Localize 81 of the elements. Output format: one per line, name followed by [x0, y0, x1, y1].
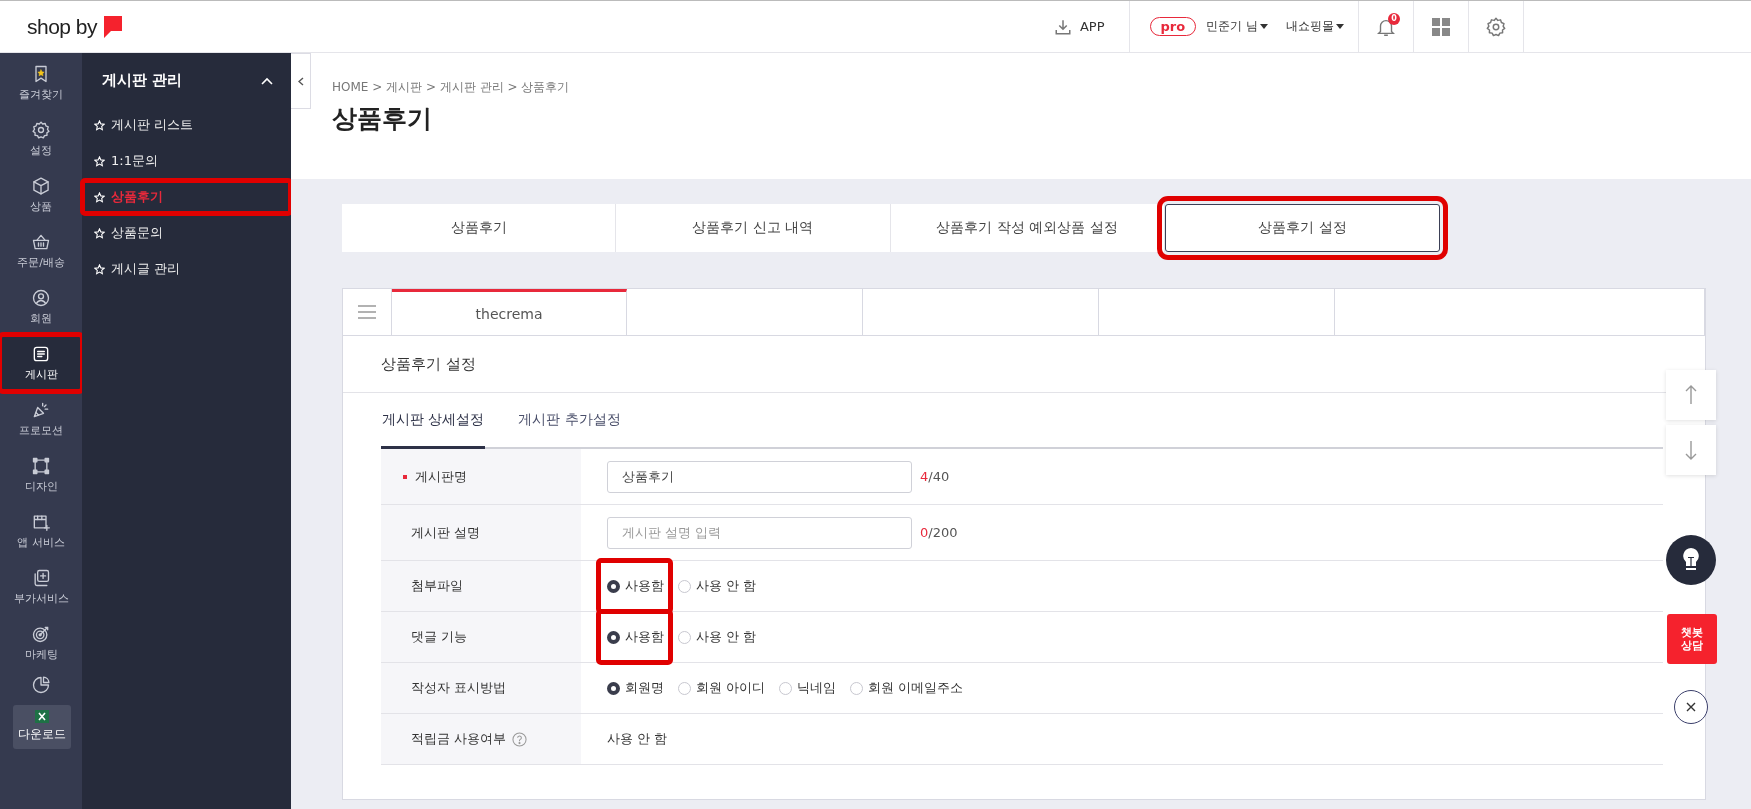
target-icon	[31, 624, 51, 644]
chevron-icon	[297, 76, 304, 86]
logo-text: shop by	[27, 14, 98, 39]
star-icon	[94, 119, 105, 131]
nav-rail-item[interactable]: 부가서비스	[0, 559, 82, 615]
user-dropdown[interactable]: 민준기 님	[1202, 18, 1272, 35]
nav-rail-item[interactable]: 게시판	[0, 335, 82, 391]
app-download-button[interactable]: APP	[1053, 17, 1129, 36]
menu-item[interactable]: 상품문의	[82, 216, 291, 250]
text-field[interactable]: 상품후기	[607, 460, 912, 493]
character-counter: 0/200	[920, 525, 958, 540]
notification-count: 0	[1388, 13, 1400, 25]
sub-tab[interactable]: 게시판 추가설정	[517, 393, 622, 449]
mall-tab[interactable]: thecrema	[392, 289, 627, 335]
nav-rail-item[interactable]: 마케팅	[0, 615, 82, 671]
download-button[interactable]: 다운로드	[13, 705, 71, 749]
basket-icon	[31, 232, 51, 252]
nav-rail-item[interactable]: 회원	[0, 279, 82, 335]
text-field[interactable]: 게시판 설명 입력	[607, 516, 912, 549]
caret-icon	[1260, 23, 1268, 30]
radio-option[interactable]: 사용 안 함	[678, 561, 763, 611]
caret-icon	[1336, 23, 1344, 30]
chevron-icon	[261, 76, 273, 85]
page-title: 상품후기	[332, 103, 433, 135]
arrow-up-icon	[1685, 385, 1697, 405]
lightbulb-icon	[1682, 548, 1700, 572]
settings-icon	[1485, 15, 1507, 38]
chatbot-button[interactable]: 챗봇 상담	[1667, 614, 1717, 664]
excel-icon	[35, 710, 49, 723]
radio-option[interactable]: 사용 안 함	[678, 612, 763, 662]
field-label: 댓글 기능	[411, 628, 468, 646]
gear-icon	[31, 120, 51, 140]
radio-option[interactable]: 사용함	[599, 612, 670, 662]
nav-rail-item[interactable]: 디자인	[0, 447, 82, 503]
party-popper-icon	[31, 400, 51, 420]
user-circle-icon	[31, 288, 51, 308]
board-icon	[31, 344, 51, 364]
nav-rail-item[interactable]: 프로모션	[0, 391, 82, 447]
nav-rail-item[interactable]: 앱 서비스	[0, 503, 82, 559]
radio-option[interactable]: 회원명	[607, 663, 670, 713]
field-label: 첨부파일	[411, 577, 463, 595]
field-label: 작성자 표시방법	[411, 679, 507, 697]
nav-rail-item[interactable]: 설정	[0, 111, 82, 167]
speech-flag-icon	[103, 14, 124, 39]
nav-rail-item[interactable]: 즐겨찾기	[0, 55, 82, 111]
field-label: 적립금 사용여부	[411, 730, 507, 748]
arrow-down-icon	[1685, 440, 1697, 460]
frame-icon	[31, 456, 51, 476]
radio-option[interactable]: 사용함	[599, 561, 670, 611]
pie-chart-icon	[31, 675, 51, 695]
field-label: 게시판 설명	[411, 523, 481, 542]
close-icon	[1686, 702, 1696, 712]
character-counter: 4/40	[920, 469, 950, 484]
menu-icon[interactable]	[358, 305, 376, 319]
field-label: 게시판명	[415, 467, 467, 486]
nav-rail-item[interactable]: 상품	[0, 167, 82, 223]
grid-icon[interactable]	[1432, 17, 1450, 36]
download-icon	[1053, 17, 1072, 36]
star-icon	[94, 155, 105, 167]
help-icon[interactable]	[512, 731, 528, 747]
radio-option[interactable]: 회원 이메일주소	[850, 663, 970, 713]
section-title: 상품후기 설정	[381, 354, 476, 374]
tab[interactable]: 상품후기 신고 내역	[616, 204, 891, 252]
star-icon	[94, 227, 105, 239]
box-icon	[31, 176, 51, 196]
sidebar-collapse-handle[interactable]	[291, 53, 311, 109]
menu-item[interactable]: 게시글 관리	[82, 252, 291, 286]
breadcrumb: HOME > 게시판 > 게시판 관리 > 상품후기	[332, 79, 571, 96]
menu-item[interactable]: 1:1문의	[82, 144, 291, 178]
radio-option[interactable]: 닉네임	[779, 663, 843, 713]
field-value: 사용 안 함	[607, 730, 668, 748]
tab[interactable]: 상품후기 작성 예외상품 설정	[890, 204, 1165, 252]
star-icon	[94, 263, 105, 275]
tab[interactable]: 상품후기	[342, 204, 617, 252]
radio-option[interactable]: 회원 아이디	[678, 663, 772, 713]
collapse-toggle[interactable]	[261, 76, 273, 85]
menu-item[interactable]: 게시판 리스트	[82, 108, 291, 142]
nav-rail-item[interactable]: 주문/배송	[0, 223, 82, 279]
star-icon	[94, 191, 105, 203]
mall-dropdown[interactable]: 내쇼핑몰	[1282, 18, 1348, 35]
menu-title: 게시판 관리	[102, 71, 183, 90]
